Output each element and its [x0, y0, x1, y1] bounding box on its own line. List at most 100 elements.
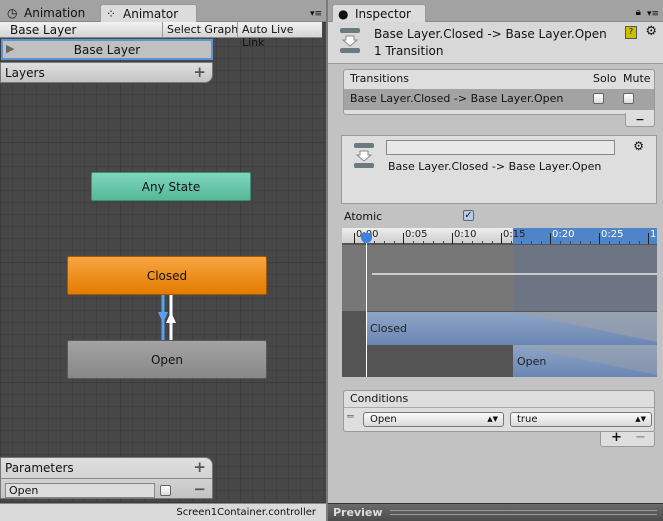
tab-label: Animation — [24, 6, 86, 20]
tick-minor — [394, 241, 395, 244]
tick-mark — [403, 233, 404, 244]
tick-minor — [482, 241, 483, 244]
breadcrumb[interactable]: Base Layer — [10, 23, 77, 37]
tick-minor — [639, 241, 640, 244]
tick-minor — [462, 241, 463, 244]
tick-mark — [354, 233, 355, 244]
conditions-list: Conditions ═ Open ▲▼ true ▲▼ — [343, 390, 655, 432]
transition-name-input[interactable] — [386, 140, 615, 155]
tick-mark — [452, 233, 453, 244]
header-subtitle: 1 Transition — [374, 44, 444, 58]
transition-arrows[interactable] — [155, 295, 180, 340]
tab-label: Animator — [123, 7, 179, 21]
transitions-header: Transitions — [350, 72, 409, 85]
arrow-up-icon — [166, 312, 176, 323]
preview-drag-handle[interactable] — [390, 510, 657, 515]
parameters-panel: Parameters + Open − — [0, 457, 213, 499]
tick-minor — [541, 241, 542, 244]
node-any-state[interactable]: Any State — [91, 172, 251, 201]
tick-minor — [570, 241, 571, 244]
tick-minor — [560, 241, 561, 244]
preview-bar[interactable]: Preview — [328, 503, 663, 521]
clock-icon: ◷ — [7, 6, 18, 20]
updown-icon: ▲▼ — [635, 415, 646, 423]
parameter-name-input[interactable]: Open — [5, 483, 155, 498]
tick-minor — [423, 241, 424, 244]
controller-filename: Screen1Container.controller — [176, 507, 316, 518]
solo-checkbox[interactable] — [593, 93, 604, 104]
status-bar: Screen1Container.controller — [0, 503, 326, 521]
atomic-checkbox[interactable]: ✓ — [463, 210, 474, 221]
tick-minor — [609, 241, 610, 244]
layer-item[interactable]: ▶ Base Layer — [1, 39, 213, 60]
parameter-curve — [372, 273, 657, 275]
tab-label: Inspector — [355, 7, 411, 21]
add-layer-button[interactable]: + — [193, 63, 206, 81]
info-icon: ● — [338, 7, 349, 21]
node-closed[interactable]: Closed — [67, 256, 267, 295]
tick-label: 1 — [650, 229, 657, 240]
tick-label: 0:05 — [405, 229, 428, 240]
help-icon[interactable]: ? — [625, 26, 637, 39]
tick-minor — [443, 241, 444, 244]
animator-icon: ⁘ — [106, 7, 117, 21]
inspector-header: Base Layer.Closed -> Base Layer.Open 1 T… — [328, 22, 663, 64]
preview-title: Preview — [333, 506, 383, 519]
tick-minor — [472, 241, 473, 244]
layer-name: Base Layer — [73, 43, 141, 57]
auto-live-link-button[interactable]: Auto Live Link — [237, 22, 322, 49]
condition-value-dropdown[interactable]: true ▲▼ — [510, 412, 652, 427]
tick-mark — [599, 233, 600, 244]
tick-minor — [433, 241, 434, 244]
layers-title: Layers — [5, 66, 45, 80]
mute-header: Mute — [623, 72, 651, 85]
tick-minor — [492, 241, 493, 244]
playhead[interactable] — [366, 236, 367, 377]
gear-icon[interactable]: ⚙ — [633, 139, 644, 153]
tick-minor — [521, 241, 522, 244]
node-open[interactable]: Open — [67, 340, 267, 379]
drag-handle-icon[interactable]: ═ — [347, 410, 354, 423]
parameter-bool-checkbox[interactable] — [160, 485, 171, 496]
tick-label: 0:20 — [552, 229, 575, 240]
tab-animation[interactable]: ◷ Animation — [2, 4, 91, 22]
transition-row[interactable]: Base Layer.Closed -> Base Layer.Open — [344, 89, 654, 110]
menu-icon[interactable]: ▾≡ — [647, 9, 659, 19]
solo-header: Solo — [593, 72, 617, 85]
header-title: Base Layer.Closed -> Base Layer.Open — [374, 27, 607, 41]
select-graph-button[interactable]: Select Graph — [162, 22, 242, 38]
remove-transition-button[interactable]: − — [625, 113, 655, 127]
transition-timeline[interactable]: 0:000:050:100:150:200:251 Closed Open — [342, 228, 657, 377]
menu-icon[interactable]: ▾≡ — [310, 9, 322, 19]
tick-label: 0:15 — [503, 229, 526, 240]
gear-icon[interactable]: ⚙ — [645, 24, 657, 39]
tab-animator[interactable]: ⁘ Animator — [100, 4, 197, 22]
tick-mark — [501, 233, 502, 244]
dropdown-value: true — [517, 414, 538, 425]
updown-icon: ▲▼ — [487, 415, 498, 423]
condition-parameter-dropdown[interactable]: Open ▲▼ — [363, 412, 504, 427]
inspector-tabbar: ● Inspector 🔒︎ ▾≡ — [328, 0, 663, 22]
layers-panel: Layers + — [0, 62, 213, 83]
conditions-footer: + − — [600, 430, 655, 447]
tick-label: 0:10 — [454, 229, 477, 240]
arrow-down-icon — [158, 312, 168, 323]
dropdown-value: Open — [370, 414, 397, 425]
lock-icon[interactable]: 🔒︎ — [636, 7, 641, 18]
transitions-list: Transitions Solo Mute Base Layer.Closed … — [343, 69, 655, 115]
add-parameter-button[interactable]: + — [193, 458, 206, 476]
animator-toolbar: Base Layer Select Graph Auto Live Link — [0, 22, 322, 49]
tick-minor — [413, 241, 414, 244]
tick-minor — [511, 241, 512, 244]
animator-tabbar: ◷ Animation ⁘ Animator ▾≡ — [0, 0, 326, 22]
remove-parameter-button[interactable]: − — [193, 480, 206, 498]
tick-mark — [550, 233, 551, 244]
atomic-label: Atomic — [344, 210, 383, 223]
tab-inspector[interactable]: ● Inspector — [332, 4, 426, 22]
add-condition-button[interactable]: + — [611, 430, 622, 445]
tick-minor — [374, 241, 375, 244]
remove-condition-button[interactable]: − — [635, 430, 646, 445]
tick-minor — [531, 241, 532, 244]
mute-checkbox[interactable] — [623, 93, 634, 104]
parameters-title: Parameters — [5, 461, 74, 475]
